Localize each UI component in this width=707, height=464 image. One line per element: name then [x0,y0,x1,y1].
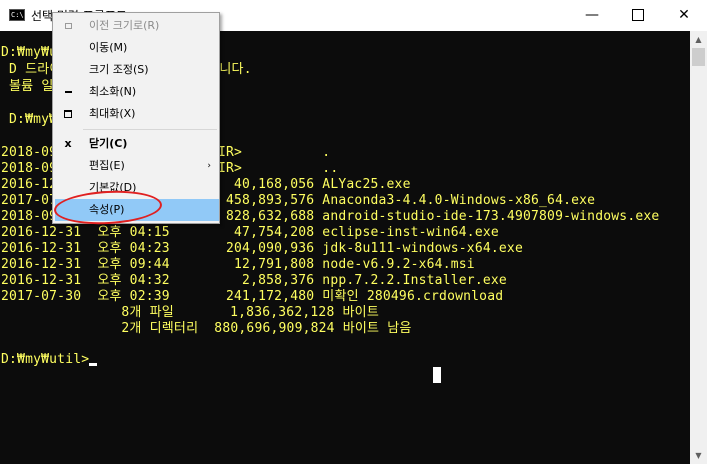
menu-item-edit[interactable]: 편집(E) › [55,155,219,177]
submenu-arrow-icon: › [207,161,211,171]
console-line: 2017-07-30 오후 02:39 241,172,480 미확인 2804… [1,289,504,304]
maximize-icon [632,9,644,21]
menu-item-move[interactable]: 이동(M) [55,37,219,59]
menu-separator [83,129,217,130]
menu-item-minimize[interactable]: 최소화(N) [55,81,219,103]
console-line: 8개 파일 1,836,362,128 바이트 [1,305,379,320]
scrollbar-thumb[interactable] [692,48,705,66]
command-prompt-icon[interactable]: C:\ [9,9,25,21]
menu-item-maximize[interactable]: 최대화(X) [55,103,219,125]
menu-item-restore[interactable]: 이전 크기로(R) [55,15,219,37]
console-line: 2개 디렉터리 880,696,909,824 바이트 남음 [1,321,412,336]
console-line: 2016-12-31 오후 04:32 2,858,376 npp.7.2.2.… [1,273,507,288]
scroll-up-arrow-icon[interactable]: ▲ [690,31,707,48]
vertical-scrollbar[interactable]: ▲ ▼ [690,31,707,464]
text-cursor [89,363,97,366]
console-line: 2016-12-31 오후 04:15 47,754,208 eclipse-i… [1,225,499,240]
menu-item-close[interactable]: x 닫기(C) [55,133,219,155]
scroll-down-arrow-icon[interactable]: ▼ [690,447,707,464]
minimize-button[interactable]: — [569,0,615,31]
restore-icon [61,15,75,37]
console-line: 2016-12-31 오후 09:44 12,791,808 node-v6.9… [1,257,475,272]
console-line: 2016-12-31 오후 04:23 204,090,936 jdk-8u11… [1,241,523,256]
command-prompt-line[interactable]: D:₩my₩util> [1,351,89,368]
maximize-button[interactable] [615,0,661,31]
menu-item-size[interactable]: 크기 조정(S) [55,59,219,81]
close-icon: ✕ [678,7,690,23]
minimize-icon [61,81,75,103]
close-button[interactable]: ✕ [661,0,707,31]
mouse-text-cursor [433,367,441,383]
maximize-icon [61,103,75,125]
minimize-icon: — [585,7,599,23]
close-icon: x [64,137,72,150]
